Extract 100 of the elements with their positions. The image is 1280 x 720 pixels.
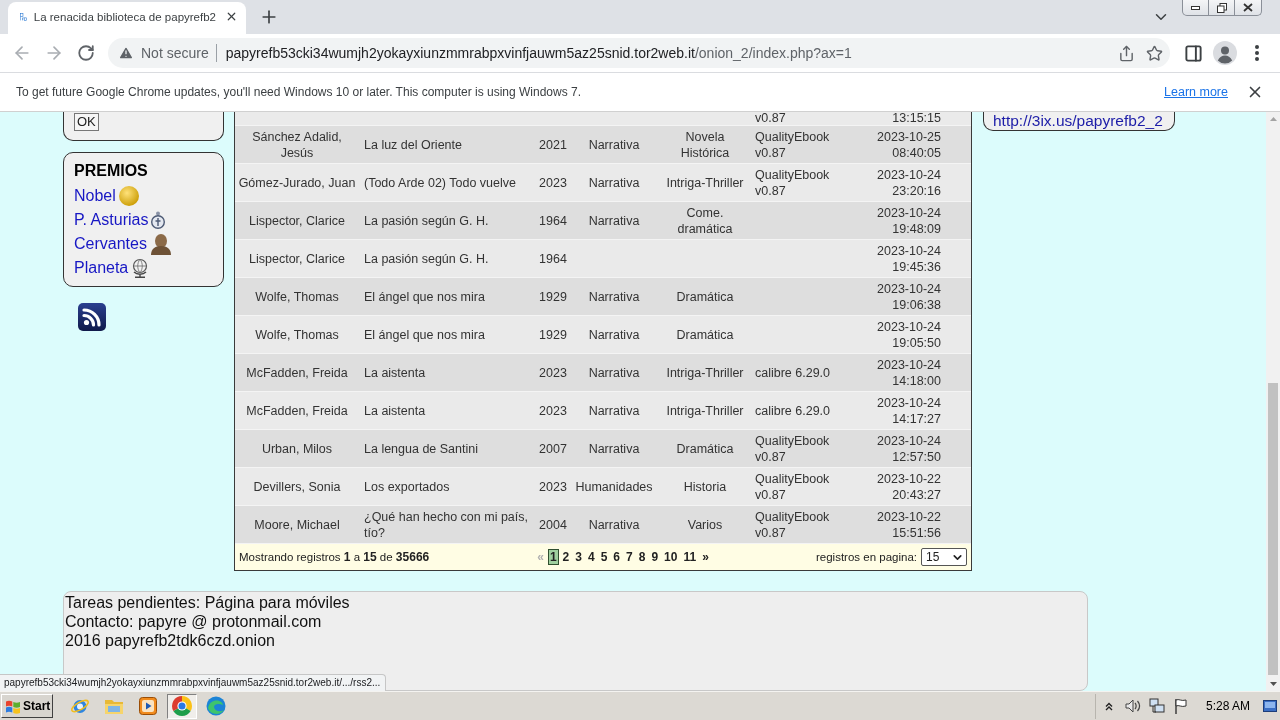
page-link[interactable]: 9	[649, 549, 661, 565]
footer-text: 2016 papyrefb2tdk6czd.onion	[65, 631, 276, 650]
table-cell: 2007	[535, 429, 571, 468]
scrollbar-track[interactable]	[1266, 112, 1280, 691]
page-link[interactable]: 5	[598, 549, 610, 565]
table-cell: 2023	[535, 391, 571, 430]
star-icon	[1145, 44, 1163, 62]
table-cell: 2004	[535, 505, 571, 544]
site-info-button[interactable]: Not secure	[118, 41, 209, 65]
table-cell: Lispector, Clarice	[235, 201, 359, 240]
table-cell: QualityEbook v0.87	[753, 467, 863, 506]
clock: 5:28 AM	[1205, 699, 1250, 713]
caret-up-icon	[1269, 117, 1277, 121]
address-bar[interactable]: Not secure papyrefb53cki34wumjh2yokayxiunzmmrabpxvinfjauwm5az25snid.tor2web.it/onion_2/index.php?ax=1	[108, 38, 1170, 68]
table-cell: 2023-10-25 08:40:05	[863, 125, 971, 164]
table-cell: Devillers, Sonia	[235, 467, 359, 506]
table-cell: calibre 6.29.0	[753, 353, 863, 392]
page-link[interactable]: 3	[573, 549, 584, 565]
table-cell: Wolfe, Thomas	[235, 277, 359, 316]
table-cell: Narrativa	[571, 277, 657, 316]
table-cell: 2023-10-24 23:20:16	[863, 163, 971, 202]
table-cell: La pasión según G. H.	[359, 239, 535, 278]
minimize-button[interactable]	[1182, 0, 1209, 16]
profile-button[interactable]	[1211, 39, 1239, 67]
folder-icon	[104, 697, 124, 715]
minimize-icon	[1191, 5, 1200, 10]
table-cell: El ángel que nos mira	[359, 315, 535, 354]
table-cell: Sánchez Adalid, Jesús	[235, 125, 359, 164]
taskbar-button[interactable]	[167, 693, 197, 719]
network-icon	[1148, 698, 1165, 714]
table-cell: 1929	[535, 315, 571, 354]
page-link[interactable]: 7	[624, 549, 635, 565]
table-cell: Wolfe, Thomas	[235, 315, 359, 354]
table-cell: Narrativa	[571, 201, 657, 240]
close-icon	[1243, 3, 1253, 12]
table-cell: Narrativa	[571, 505, 657, 544]
award-link[interactable]: Cervantes	[74, 232, 213, 256]
desktop-icon	[1263, 700, 1277, 712]
table-cell: Urban, Milos	[235, 429, 359, 468]
table-cell: 2023-10-24 19:45:36	[863, 239, 971, 278]
table-cell: Come. dramática	[657, 201, 753, 240]
table-cell: La aistenta	[359, 353, 535, 392]
start-button[interactable]: Start	[1, 694, 53, 718]
browser-tab[interactable]: La renacida biblioteca de papyrefb2	[8, 2, 246, 34]
window-close-button[interactable]	[1234, 0, 1262, 16]
ok-button[interactable]: OK	[74, 113, 99, 131]
scrollbar-thumb[interactable]	[1268, 383, 1278, 675]
footer-text: Tareas pendientes: Página para móviles	[65, 593, 351, 612]
next-page-link[interactable]: »	[700, 549, 711, 565]
table-cell: Narrativa	[571, 391, 657, 430]
awards-heading: PREMIOS	[74, 161, 149, 181]
table-cell: QualityEbook v0.87	[753, 163, 863, 202]
network-button[interactable]	[1147, 696, 1166, 716]
bust-icon	[149, 233, 172, 255]
learn-more-link[interactable]: Learn more	[1164, 85, 1228, 99]
table-cell: Historia	[657, 467, 753, 506]
table-cell: Lispector, Clarice	[235, 239, 359, 278]
table-cell: 2023-10-24 19:06:38	[863, 277, 971, 316]
table-cell: QualityEbook v0.87	[753, 505, 863, 544]
award-link[interactable]: P. Asturias	[74, 208, 213, 232]
table-cell: 13:15:15	[863, 112, 971, 126]
start-logo-icon	[5, 698, 21, 714]
page-link[interactable]: 4	[585, 549, 597, 565]
table-cell: 2023	[535, 467, 571, 506]
page-link[interactable]: 6	[611, 549, 622, 565]
swirl-icon	[206, 696, 226, 716]
table-cell: 2023-10-24 19:05:50	[863, 315, 971, 354]
caret-down-icon	[1269, 682, 1277, 686]
menu-icon	[1255, 45, 1259, 61]
status-url: papyrefb53cki34wumjh2yokayxiunzmmrabpxvinfjauwm5az25snid.tor2web.it/.../rss2...	[0, 674, 387, 691]
per-page-select[interactable]: 15	[921, 548, 967, 566]
flag-icon	[1173, 698, 1188, 714]
per-page-label: registros en pagina:	[816, 551, 917, 563]
restore-button[interactable]	[1208, 0, 1235, 16]
table-cell: La luz del Oriente	[359, 125, 535, 164]
medal-icon	[118, 186, 139, 206]
page-link[interactable]: 10	[662, 549, 680, 565]
table-cell: Dramática	[657, 315, 753, 354]
table-cell: Narrativa	[571, 353, 657, 392]
page-link[interactable]: 1	[547, 549, 559, 565]
sidebar-link[interactable]: http://3ix.us/papyrefb2_2	[993, 112, 1163, 129]
table-cell: 1929	[535, 277, 571, 316]
table-cell: La pasión según G. H.	[359, 201, 535, 240]
table-cell: 2023	[535, 353, 571, 392]
table-cell: Los exportados	[359, 467, 535, 506]
page-link[interactable]: 2	[560, 549, 572, 565]
globe-icon	[131, 258, 150, 278]
infobar-message: To get future Google Chrome updates, you'll need Windows 10 or later. This computer is using Windows 7.	[16, 85, 583, 99]
browser-icon	[172, 696, 192, 716]
rss-icon[interactable]	[78, 303, 106, 331]
page-link[interactable]: 11	[681, 549, 699, 565]
award-link[interactable]: Nobel	[74, 184, 213, 208]
table-cell: 2023-10-24 14:17:27	[863, 391, 971, 430]
table-cell: Narrativa	[571, 315, 657, 354]
table-cell: Narrativa	[571, 125, 657, 164]
page-link[interactable]: 8	[636, 549, 648, 565]
table-cell: Narrativa	[571, 429, 657, 468]
speaker-icon	[1124, 699, 1141, 713]
table-cell: McFadden, Freida	[235, 353, 359, 392]
award-link[interactable]: Planeta	[74, 256, 213, 280]
